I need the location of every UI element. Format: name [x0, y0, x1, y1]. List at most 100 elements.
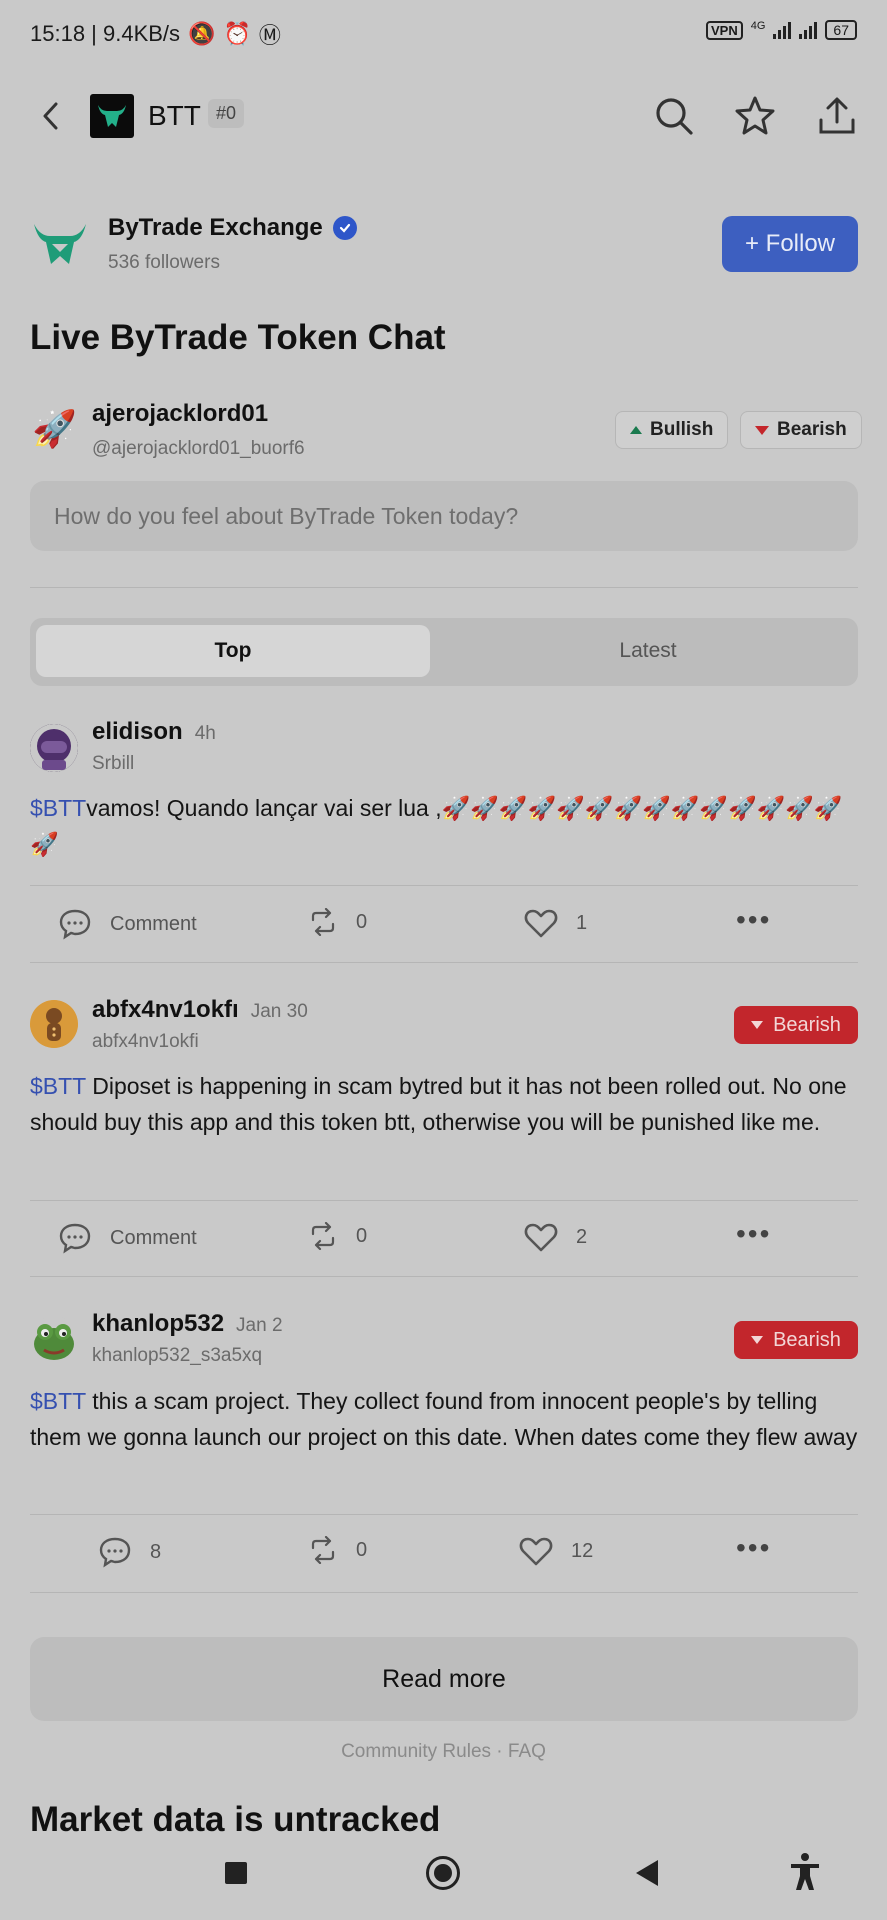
exchange-name-row[interactable]: ByTrade Exchange	[108, 214, 357, 242]
follow-button[interactable]: + Follow	[722, 216, 858, 272]
bullish-button[interactable]: Bullish	[615, 411, 729, 449]
signal-icon-2	[799, 21, 818, 39]
divider	[30, 962, 858, 963]
accessibility-icon[interactable]	[788, 1852, 822, 1897]
like-button[interactable]: 12	[519, 1536, 593, 1566]
post-username-text: abfx4nv1okfı	[92, 996, 239, 1023]
like-button[interactable]: 2	[524, 1222, 587, 1252]
tab-latest[interactable]: Latest	[444, 625, 852, 677]
repost-button[interactable]: 0	[308, 908, 367, 936]
status-bar-right: VPN 4G 67	[706, 20, 857, 40]
repost-count: 0	[356, 910, 368, 933]
recents-square-icon[interactable]	[225, 1862, 247, 1884]
home-circle-icon[interactable]	[426, 1856, 460, 1890]
more-options-button[interactable]: •••	[736, 904, 771, 936]
comment-button[interactable]: Comment	[58, 908, 197, 940]
comment-button[interactable]: 8	[98, 1536, 161, 1568]
repost-count: 0	[356, 1224, 368, 1247]
post-input[interactable]: How do you feel about ByTrade Token toda…	[30, 481, 858, 551]
chevron-left-icon	[43, 102, 58, 130]
read-more-button[interactable]: Read more	[30, 1637, 858, 1721]
sentiment-label: Bearish	[773, 1013, 841, 1036]
feed-tabs: Top Latest	[30, 618, 858, 686]
bearish-badge: Bearish	[734, 1006, 858, 1044]
post-time: Jan 30	[250, 1001, 308, 1022]
like-button[interactable]: 1	[524, 908, 587, 938]
astronaut-avatar-icon	[30, 724, 78, 772]
chat-title: Live ByTrade Token Chat	[30, 318, 446, 357]
comment-label: Comment	[110, 912, 197, 935]
rocket-avatar-icon: 🚀	[32, 408, 77, 449]
user-avatar[interactable]	[30, 724, 78, 772]
gingerbread-avatar-icon	[30, 1000, 78, 1048]
repost-button[interactable]: 0	[308, 1536, 367, 1564]
status-bar-left: 15:18 | 9.4KB/s 🔕 ⏰ Ⓜ	[30, 18, 281, 50]
bullish-label: Bullish	[650, 419, 714, 440]
triangle-up-icon	[630, 426, 642, 434]
more-dots-icon: •••	[736, 904, 772, 935]
divider	[30, 1514, 858, 1515]
signal-icon	[773, 21, 792, 39]
comment-count: 8	[150, 1540, 162, 1563]
post-username[interactable]: abfx4nv1okfı Jan 30	[92, 996, 308, 1024]
coin-logo	[90, 94, 134, 138]
post-username[interactable]: khanlop532 Jan 2	[92, 1310, 283, 1338]
post-text: vamos! Quando lançar vai ser lua ,🚀🚀🚀🚀🚀🚀…	[30, 795, 843, 857]
like-count: 2	[576, 1225, 588, 1248]
current-user-handle: @ajerojacklord01_buorf6	[92, 438, 305, 459]
frog-avatar-icon	[34, 1324, 74, 1360]
favorite-button[interactable]	[733, 94, 777, 138]
star-icon	[735, 96, 775, 135]
verified-icon	[332, 216, 357, 240]
search-button[interactable]	[652, 94, 696, 138]
tab-top[interactable]: Top	[36, 625, 430, 677]
like-count: 1	[576, 911, 588, 934]
triangle-down-icon	[751, 1021, 764, 1029]
post-text: this a scam project. They collect found …	[30, 1388, 858, 1450]
footer-links[interactable]: Community Rules · FAQ	[0, 1741, 887, 1763]
post-ticker-link[interactable]: $BTT	[30, 1073, 86, 1099]
share-button[interactable]	[815, 94, 859, 138]
more-dots-icon: •••	[736, 1218, 772, 1249]
post-handle: abfx4nv1okfi	[92, 1031, 199, 1052]
post-time: 4h	[194, 723, 216, 744]
user-avatar[interactable]	[30, 1000, 78, 1048]
coin-ticker: BTT	[148, 100, 201, 131]
sentiment-label: Bearish	[773, 1328, 841, 1351]
vpn-icon: VPN	[706, 20, 743, 40]
exchange-logo[interactable]	[30, 218, 90, 272]
post-text: Diposet is happening in scam bytred but …	[30, 1073, 847, 1135]
status-time-speed: 15:18 | 9.4KB/s	[30, 21, 181, 46]
comment-icon	[99, 1537, 131, 1568]
post-username[interactable]: elidison 4h	[92, 718, 216, 746]
current-username: ajerojacklord01	[92, 400, 269, 427]
post-time: Jan 2	[236, 1315, 283, 1336]
more-options-button[interactable]: •••	[736, 1218, 771, 1250]
search-icon	[656, 98, 693, 135]
more-options-button[interactable]: •••	[736, 1532, 771, 1564]
repost-button[interactable]: 0	[308, 1222, 367, 1250]
bearish-badge: Bearish	[734, 1321, 858, 1359]
battery-icon: 67	[825, 20, 857, 40]
post-body: $BTTvamos! Quando lançar vai ser lua ,🚀🚀…	[30, 790, 860, 862]
back-button[interactable]	[36, 96, 66, 136]
post-ticker-link[interactable]: $BTT	[30, 1388, 86, 1414]
post-body: $BTT Diposet is happening in scam bytred…	[30, 1068, 860, 1140]
bearish-button[interactable]: Bearish	[740, 411, 862, 449]
user-avatar[interactable]	[30, 1316, 78, 1364]
bull-logo-icon	[34, 224, 86, 264]
followers-count: 536 followers	[108, 252, 220, 273]
share-icon	[819, 97, 855, 134]
post-handle: Srbill	[92, 753, 135, 774]
bull-logo-icon	[98, 105, 126, 127]
comment-button[interactable]: Comment	[58, 1222, 197, 1254]
back-triangle-icon[interactable]	[636, 1860, 658, 1886]
triangle-down-icon	[751, 1336, 764, 1344]
post-ticker-link[interactable]: $BTT	[30, 795, 86, 821]
post-handle: khanlop532_s3a5xq	[92, 1345, 263, 1366]
comment-icon	[59, 909, 91, 940]
divider	[30, 587, 858, 588]
heart-icon	[519, 1537, 553, 1566]
bearish-label: Bearish	[777, 419, 847, 440]
network-type: 4G	[750, 20, 766, 32]
